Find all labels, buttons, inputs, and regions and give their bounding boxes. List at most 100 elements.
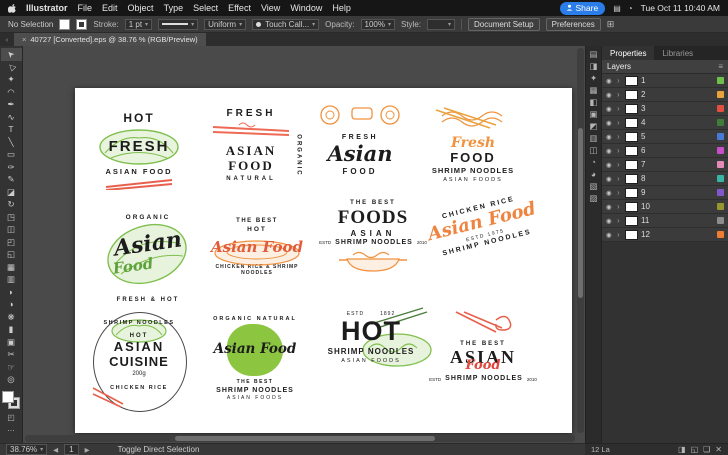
display-mirroring-icon[interactable]: ▤: [613, 4, 621, 13]
artboard-navigation-field[interactable]: 1: [64, 444, 79, 455]
tab-libraries[interactable]: Libraries: [654, 46, 701, 60]
fill-stroke-swatches[interactable]: [2, 390, 20, 409]
visibility-toggle-icon[interactable]: ◉: [606, 203, 614, 211]
canvas[interactable]: HOT FRESH ASIAN FOOD FRESH ASIAN FOOD NA…: [23, 46, 585, 443]
menu-effect[interactable]: Effect: [228, 3, 251, 13]
delete-layer-icon[interactable]: ✕: [715, 445, 722, 454]
paintbrush-tool[interactable]: ✑: [1, 161, 22, 174]
logo-the-best-asian-food[interactable]: THE BEST ASIAN Food ESTD SHRIMP NOODLES …: [427, 310, 539, 383]
menu-type[interactable]: Type: [164, 3, 184, 13]
visibility-toggle-icon[interactable]: ◉: [606, 217, 614, 225]
dock-libraries-icon[interactable]: ▤: [589, 50, 597, 59]
visibility-toggle-icon[interactable]: ◉: [606, 119, 614, 127]
tab-properties[interactable]: Properties: [602, 46, 655, 60]
layer-row-9[interactable]: ◉ › 9: [602, 186, 728, 200]
expand-chevron-icon[interactable]: ›: [617, 76, 622, 85]
next-artboard-icon[interactable]: ▶: [85, 446, 90, 454]
workspace-switcher-icon[interactable]: ⊞: [607, 19, 615, 30]
layer-row-4[interactable]: ◉ › 4: [602, 116, 728, 130]
type-tool[interactable]: T: [1, 123, 22, 136]
layer-row-6[interactable]: ◉ › 6: [602, 144, 728, 158]
style-dropdown[interactable]: [427, 18, 456, 30]
eyedropper-tool[interactable]: ◗: [1, 286, 22, 299]
artboard-tool[interactable]: ▣: [1, 336, 22, 349]
magic-wand-tool[interactable]: ✦: [1, 73, 22, 86]
dock-appearance-icon[interactable]: ◔: [591, 158, 596, 167]
expand-chevron-icon[interactable]: ›: [617, 90, 622, 99]
fill-swatch[interactable]: [59, 18, 71, 30]
stroke-weight-dropdown[interactable]: 1 pt: [124, 18, 153, 30]
logo-hot-shrimp-noodles[interactable]: ESTD 1892 HOT SHRIMP NOODLES ASIAN FOODS: [313, 307, 432, 408]
menu-help[interactable]: Help: [332, 3, 351, 13]
expand-chevron-icon[interactable]: ›: [617, 118, 622, 127]
stroke-swatch[interactable]: [76, 18, 88, 30]
expand-chevron-icon[interactable]: ›: [617, 132, 622, 141]
menu-illustrator[interactable]: Illustrator: [26, 3, 68, 13]
logo-fresh-asian-sushi[interactable]: FRESH Asian FOOD: [307, 102, 413, 176]
make-clipping-mask-icon[interactable]: ◨: [678, 445, 686, 454]
pen-tool[interactable]: ✒: [1, 98, 22, 111]
horizontal-scrollbar[interactable]: [25, 435, 575, 442]
expand-chevron-icon[interactable]: ›: [617, 174, 622, 183]
logo-asian-cuisine-badge[interactable]: SHRIMP NOODLES HOT ASIAN CUISINE 200g CH…: [87, 310, 191, 416]
menu-view[interactable]: View: [261, 3, 280, 13]
apple-logo-icon[interactable]: [8, 3, 17, 14]
dock-artboards-icon[interactable]: ▧: [589, 182, 597, 191]
curvature-tool[interactable]: ∿: [1, 111, 22, 124]
logo-fresh-food-shrimp-noodles[interactable]: Fresh FOOD SHRIMP NOODLES ASIAN FOODS: [417, 106, 529, 183]
tab-overflow-chevron-icon[interactable]: ‹: [0, 33, 14, 46]
dock-gradient-icon[interactable]: ▥: [589, 134, 597, 143]
document-setup-button[interactable]: Document Setup: [468, 17, 540, 31]
layer-row-3[interactable]: ◉ › 3: [602, 102, 728, 116]
pencil-tool[interactable]: ✎: [1, 173, 22, 186]
width-tool[interactable]: ◫: [1, 223, 22, 236]
symbol-sprayer-tool[interactable]: ❋: [1, 311, 22, 324]
hand-tool[interactable]: ☞: [1, 361, 22, 374]
dock-swatches-icon[interactable]: ▦: [589, 86, 597, 95]
share-button[interactable]: Share: [559, 1, 606, 15]
brush-dropdown[interactable]: Touch Call...: [252, 18, 320, 30]
dock-color-guide-icon[interactable]: ✦: [590, 74, 597, 83]
expand-chevron-icon[interactable]: ›: [617, 216, 622, 225]
new-sublayer-icon[interactable]: ◱: [691, 445, 699, 454]
horizontal-scrollbar-thumb[interactable]: [175, 436, 435, 441]
draw-mode-icon[interactable]: ◰: [7, 413, 15, 422]
menu-edit[interactable]: Edit: [102, 3, 118, 13]
dock-graphic-styles-icon[interactable]: ◕: [591, 170, 596, 179]
blend-tool[interactable]: ◑: [1, 298, 22, 311]
zoom-level-dropdown[interactable]: 38.76%: [6, 444, 48, 455]
visibility-toggle-icon[interactable]: ◉: [606, 175, 614, 183]
expand-chevron-icon[interactable]: ›: [617, 188, 622, 197]
visibility-toggle-icon[interactable]: ◉: [606, 91, 614, 99]
artboard[interactable]: HOT FRESH ASIAN FOOD FRESH ASIAN FOOD NA…: [75, 88, 572, 433]
layer-row-11[interactable]: ◉ › 11: [602, 214, 728, 228]
menu-file[interactable]: File: [78, 3, 93, 13]
edit-toolbar-icon[interactable]: …: [7, 424, 15, 433]
dock-transparency-icon[interactable]: ◫: [589, 146, 597, 155]
panel-menu-icon[interactable]: ≡: [718, 62, 723, 71]
logo-organic-asian-food[interactable]: ORGANIC Asian Food FRESH & HOT: [89, 212, 207, 304]
vertical-scrollbar[interactable]: [577, 48, 584, 433]
visibility-toggle-icon[interactable]: ◉: [606, 161, 614, 169]
logo-chicken-rice-asian-food[interactable]: CHICKEN RICE Asian Food ESTD 1975 SHRIMP…: [423, 191, 542, 261]
visibility-toggle-icon[interactable]: ◉: [606, 147, 614, 155]
layer-row-1[interactable]: ◉ › 1: [602, 74, 728, 88]
visibility-toggle-icon[interactable]: ◉: [606, 105, 614, 113]
direct-selection-tool[interactable]: ▷: [1, 61, 22, 74]
previous-artboard-icon[interactable]: ◀: [53, 446, 58, 454]
visibility-toggle-icon[interactable]: ◉: [606, 77, 614, 85]
logo-hot-fresh-asian-food[interactable]: HOT FRESH ASIAN FOOD: [81, 111, 197, 196]
expand-chevron-icon[interactable]: ›: [617, 104, 622, 113]
dock-asset-export-icon[interactable]: ▨: [589, 194, 597, 203]
visibility-toggle-icon[interactable]: ◉: [606, 231, 614, 239]
layer-row-12[interactable]: ◉ › 12: [602, 228, 728, 242]
logo-fresh-asian-food-natural[interactable]: FRESH ASIAN FOOD NATURAL ORGANIC: [197, 108, 305, 183]
layer-row-2[interactable]: ◉ › 2: [602, 88, 728, 102]
logo-the-best-foods-asian[interactable]: THE BEST FOODS ASIAN ESTD SHRIMP NOODLES…: [315, 200, 431, 280]
rectangle-tool[interactable]: ▭: [1, 148, 22, 161]
expand-chevron-icon[interactable]: ›: [617, 230, 622, 239]
rotate-tool[interactable]: ↻: [1, 198, 22, 211]
eraser-tool[interactable]: ◪: [1, 186, 22, 199]
layer-row-5[interactable]: ◉ › 5: [602, 130, 728, 144]
visibility-toggle-icon[interactable]: ◉: [606, 133, 614, 141]
